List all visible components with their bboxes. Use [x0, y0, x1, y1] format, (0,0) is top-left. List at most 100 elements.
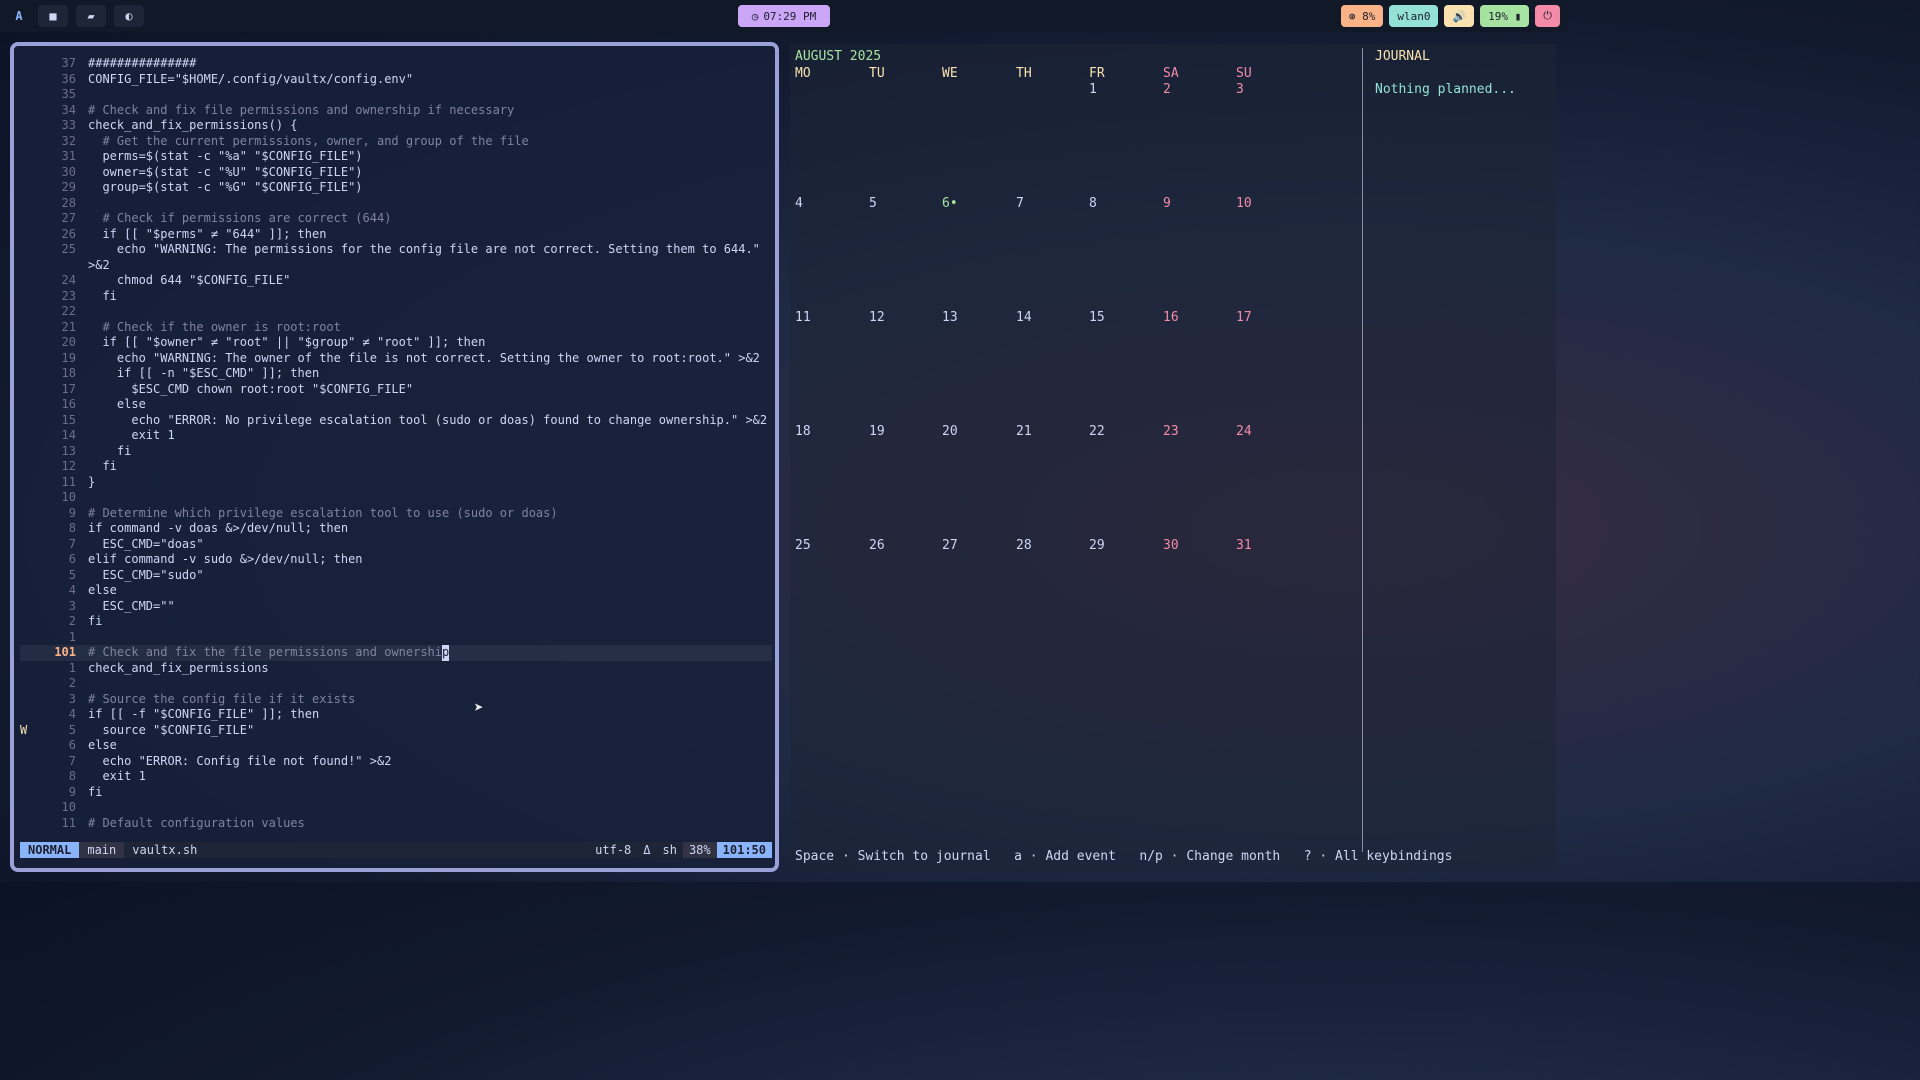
code-line[interactable]: 9 # Determine which privilege escalation … — [20, 506, 772, 522]
code-line[interactable]: 37 ############### — [20, 56, 772, 72]
calendar-day[interactable]: 19 — [869, 424, 885, 439]
code-line[interactable]: 22 — [20, 304, 772, 320]
network-widget[interactable]: wlan0 — [1389, 5, 1439, 27]
calendar-window[interactable]: AUGUST 2025 JOURNAL Nothing planned... S… — [790, 44, 1556, 872]
calendar-day[interactable]: 28 — [1016, 538, 1032, 553]
clock-widget[interactable]: ◷ 07:29 PM — [738, 5, 830, 27]
code-line[interactable]: 6 elif command -v sudo &>/dev/null; then — [20, 552, 772, 568]
code-line[interactable]: 3 # Source the config file if it exists — [20, 692, 772, 708]
code-line[interactable]: 34 # Check and fix file permissions and o… — [20, 103, 772, 119]
code-line[interactable]: 26 if [[ "$perms" ≠ "644" ]]; then — [20, 227, 772, 243]
files-button[interactable]: ▰ — [76, 5, 106, 27]
weekday-header: TH — [1016, 66, 1032, 81]
code-line[interactable]: 18 if [[ -n "$ESC_CMD" ]]; then — [20, 366, 772, 382]
calendar-day[interactable]: 18 — [795, 424, 811, 439]
calendar-day[interactable]: 10 — [1236, 196, 1252, 211]
code-buffer[interactable]: 37 ############### 36 CONFIG_FILE="$HOME/.c… — [20, 56, 772, 831]
current-line[interactable]: 101 # Check and fix the file permissions … — [20, 645, 772, 661]
line-text: perms=$(stat -c "%a" "$CONFIG_FILE") — [88, 149, 363, 163]
editor-window[interactable]: 37 ############### 36 CONFIG_FILE="$HOME/.c… — [10, 42, 779, 872]
code-line[interactable]: 31 perms=$(stat -c "%a" "$CONFIG_FILE") — [20, 149, 772, 165]
calendar-day[interactable]: 7 — [1016, 196, 1024, 211]
calendar-day[interactable]: 8 — [1089, 196, 1097, 211]
code-line[interactable]: 9 fi — [20, 785, 772, 801]
calendar-day[interactable]: 2 — [1163, 82, 1171, 97]
line-number: 36 — [61, 71, 76, 86]
code-line[interactable]: W 5 source "$CONFIG_FILE" — [20, 723, 772, 739]
battery-widget[interactable]: 19% ▮ — [1480, 5, 1530, 27]
code-line[interactable]: 33 check_and_fix_permissions() { — [20, 118, 772, 134]
code-line[interactable]: 13 fi — [20, 444, 772, 460]
code-line[interactable]: 1 check_and_fix_permissions — [20, 661, 772, 677]
code-line[interactable]: 1 — [20, 630, 772, 646]
code-line[interactable]: 29 group=$(stat -c "%G" "$CONFIG_FILE") — [20, 180, 772, 196]
calendar-day[interactable]: 3 — [1236, 82, 1244, 97]
code-line[interactable]: 35 — [20, 87, 772, 103]
calendar-day[interactable]: 31 — [1236, 538, 1252, 553]
code-line[interactable]: 15 echo "ERROR: No privilege escalation … — [20, 413, 772, 429]
calendar-day[interactable]: 27 — [942, 538, 958, 553]
calendar-day[interactable]: 24 — [1236, 424, 1252, 439]
code-line[interactable]: 10 — [20, 490, 772, 506]
code-line[interactable]: 8 if command -v doas &>/dev/null; then — [20, 521, 772, 537]
cursor-position: 101:50 — [716, 842, 772, 858]
code-line[interactable]: 23 fi — [20, 289, 772, 305]
cpu-widget[interactable]: ⊛ 8% — [1340, 5, 1384, 27]
calendar-day[interactable]: 26 — [869, 538, 885, 553]
calendar-day[interactable]: 5 — [869, 196, 877, 211]
code-line[interactable]: 5 ESC_CMD="sudo" — [20, 568, 772, 584]
code-line[interactable]: 21 # Check if the owner is root:root — [20, 320, 772, 336]
calendar-day[interactable]: 11 — [795, 310, 811, 325]
calendar-day[interactable]: 23 — [1163, 424, 1179, 439]
code-line[interactable]: 16 else — [20, 397, 772, 413]
terminal-button[interactable]: ■ — [38, 5, 68, 27]
volume-icon[interactable]: 🔊 — [1444, 5, 1475, 27]
calendar-day[interactable]: 25 — [795, 538, 811, 553]
code-line[interactable]: 36 CONFIG_FILE="$HOME/.config/vaultx/conf… — [20, 72, 772, 88]
code-line[interactable]: 19 echo "WARNING: The owner of the file … — [20, 351, 772, 367]
code-line[interactable]: 4 else — [20, 583, 772, 599]
code-line[interactable]: >&2 — [20, 258, 772, 274]
code-line[interactable]: 2 fi — [20, 614, 772, 630]
code-line[interactable]: 7 ESC_CMD="doas" — [20, 537, 772, 553]
line-number: 16 — [61, 397, 76, 411]
code-line[interactable]: 14 exit 1 — [20, 428, 772, 444]
calendar-day[interactable]: 4 — [795, 196, 803, 211]
calendar-day[interactable]: 12 — [869, 310, 885, 325]
code-line[interactable]: 8 exit 1 — [20, 769, 772, 785]
code-line[interactable]: 20 if [[ "$owner" ≠ "root" || "$group" ≠… — [20, 335, 772, 351]
code-line[interactable]: 4 if [[ -f "$CONFIG_FILE" ]]; then — [20, 707, 772, 723]
calendar-day-today[interactable]: 6• — [942, 196, 958, 211]
calendar-day[interactable]: 20 — [942, 424, 958, 439]
calendar-day[interactable]: 22 — [1089, 424, 1105, 439]
code-line[interactable]: 12 fi — [20, 459, 772, 475]
theme-toggle-button[interactable]: ◐ — [114, 5, 144, 27]
power-icon[interactable]: ⏻ — [1535, 5, 1560, 27]
code-line[interactable]: 27 # Check if permissions are correct (6… — [20, 211, 772, 227]
calendar-day[interactable]: 30 — [1163, 538, 1179, 553]
code-line[interactable]: 32 # Get the current permissions, owner,… — [20, 134, 772, 150]
calendar-day[interactable]: 17 — [1236, 310, 1252, 325]
code-line[interactable]: 17 $ESC_CMD chown root:root "$CONFIG_FIL… — [20, 382, 772, 398]
code-line[interactable]: 28 — [20, 196, 772, 212]
code-line[interactable]: 25 echo "WARNING: The permissions for th… — [20, 242, 772, 258]
code-line[interactable]: 10 — [20, 800, 772, 816]
calendar-day[interactable]: 29 — [1089, 538, 1105, 553]
code-line[interactable]: 7 echo "ERROR: Config file not found!" >… — [20, 754, 772, 770]
calendar-day[interactable]: 1 — [1089, 82, 1097, 97]
launcher-logo-icon[interactable]: A — [8, 5, 30, 27]
code-line[interactable]: 11} — [20, 475, 772, 491]
code-line[interactable]: 24 chmod 644 "$CONFIG_FILE" — [20, 273, 772, 289]
code-line[interactable]: 3 ESC_CMD="" — [20, 599, 772, 615]
code-line[interactable]: 2 — [20, 676, 772, 692]
line-number: 12 — [61, 459, 76, 473]
code-line[interactable]: 11 # Default configuration values — [20, 816, 772, 832]
calendar-day[interactable]: 16 — [1163, 310, 1179, 325]
calendar-day[interactable]: 9 — [1163, 196, 1171, 211]
calendar-day[interactable]: 14 — [1016, 310, 1032, 325]
calendar-day[interactable]: 15 — [1089, 310, 1105, 325]
calendar-day[interactable]: 13 — [942, 310, 958, 325]
code-line[interactable]: 6 else — [20, 738, 772, 754]
code-line[interactable]: 30 owner=$(stat -c "%U" "$CONFIG_FILE") — [20, 165, 772, 181]
calendar-day[interactable]: 21 — [1016, 424, 1032, 439]
